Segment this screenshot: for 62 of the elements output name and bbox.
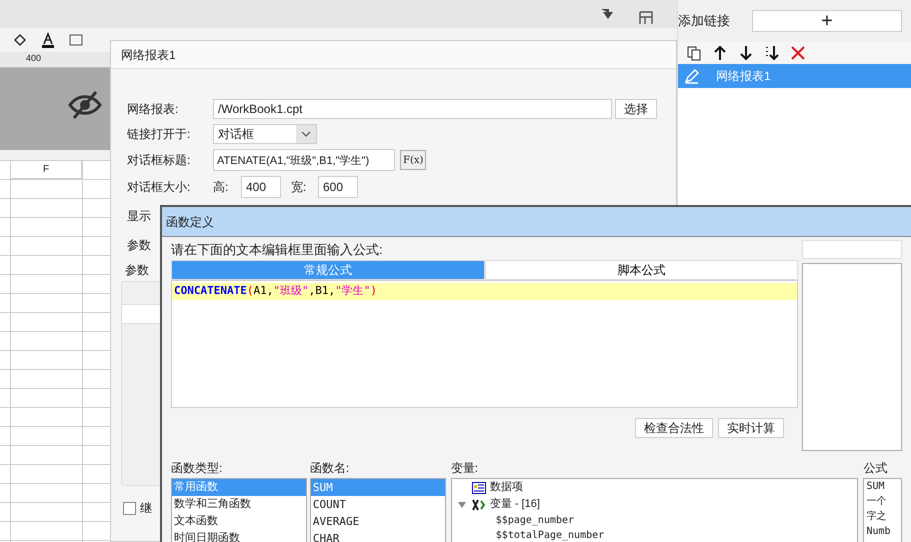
group-label: 参数	[125, 262, 149, 279]
function-name-item[interactable]: AVERAGE	[310, 513, 445, 530]
description-text: SUM	[866, 480, 886, 494]
choose-button[interactable]: 选择	[615, 99, 657, 119]
up-arrow-icon[interactable]	[712, 45, 728, 61]
checkbox-label: 继	[140, 500, 152, 517]
function-name-item[interactable]: CHAR	[310, 530, 445, 542]
dialog-title: 函数定义	[162, 207, 911, 237]
dialog-title: 网络报表1	[111, 41, 676, 69]
dialog-title-field[interactable]: ATENATE(A1,"班级",B1,"学生")	[213, 149, 395, 171]
move-bottom-icon[interactable]	[764, 45, 780, 61]
add-link-button[interactable]: +	[752, 10, 902, 32]
checkbox[interactable]	[123, 502, 136, 514]
field-label: 对话框大小:	[127, 179, 192, 196]
function-name-item[interactable]: COUNT	[310, 496, 445, 513]
ruler-label: 400	[26, 53, 42, 63]
list-label: 函数名:	[310, 460, 350, 475]
width-field[interactable]: 600	[318, 176, 358, 198]
tree-item[interactable]: $$totalPage_number	[458, 528, 858, 542]
layout-icon[interactable]	[638, 10, 654, 26]
copy-icon[interactable]	[686, 45, 702, 61]
field-label: 链接打开于:	[127, 126, 192, 143]
link-label: 添加链接	[678, 12, 730, 30]
action-button[interactable]: 实时计算	[718, 418, 784, 438]
formula-button[interactable]: F(x)	[400, 150, 426, 170]
open-in-dropdown[interactable]: 对话框	[213, 124, 317, 144]
description-text: 一个	[866, 495, 888, 509]
eye-slash-icon	[68, 90, 102, 120]
field-label: 高:	[213, 179, 230, 196]
tree-item[interactable]: 变量 - [16]	[490, 496, 540, 513]
report-path-field[interactable]: /WorkBook1.cpt	[213, 99, 612, 119]
field-label: 参数	[127, 237, 151, 254]
font-color-icon[interactable]	[40, 32, 56, 48]
variable-icon	[472, 498, 486, 510]
search-field[interactable]	[802, 240, 902, 259]
expand-arrow-icon[interactable]	[458, 502, 466, 508]
field-label: 对话框标题:	[127, 152, 192, 169]
toolbar-icon[interactable]	[600, 8, 614, 20]
down-arrow-icon[interactable]	[738, 45, 754, 61]
list-label: 变量:	[450, 460, 480, 475]
field-label: 显示	[127, 208, 151, 225]
field-label: 网络报表:	[127, 101, 180, 118]
function-type-item[interactable]: 文本函数	[172, 513, 306, 530]
pencil-icon	[684, 68, 700, 84]
formula-tab[interactable]: 脚本公式	[484, 260, 798, 280]
border-icon[interactable]	[68, 32, 84, 48]
table-icon	[472, 482, 486, 494]
height-field[interactable]: 400	[241, 176, 281, 198]
chevron-down-icon	[296, 125, 316, 143]
tree-item[interactable]: 数据项	[490, 479, 523, 496]
field-label: 宽:	[291, 179, 308, 196]
description-text: Numb	[866, 525, 892, 539]
list-label: 函数类型:	[171, 460, 224, 475]
function-type-item[interactable]: 数学和三角函数	[172, 496, 306, 513]
formula-editor[interactable]: CONCATENATE(A1,"班级",B1,"学生")	[171, 280, 798, 408]
column-header: F	[10, 160, 82, 179]
action-button[interactable]: 检查合法性	[635, 418, 713, 438]
list-label: 公式	[863, 460, 888, 475]
formula-prompt: 请在下面的文本编辑框里面输入公式:	[171, 241, 384, 259]
delete-icon[interactable]	[790, 45, 806, 61]
tree-item[interactable]: $$page_number	[458, 513, 858, 528]
description-text: 字之	[866, 510, 888, 524]
